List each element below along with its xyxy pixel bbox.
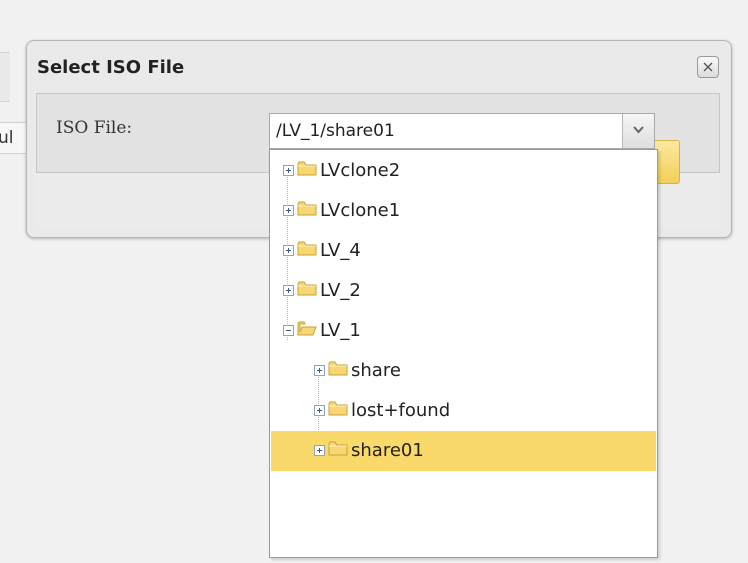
folder-icon: [297, 241, 317, 256]
tree-node-label: share: [351, 360, 401, 381]
tree-node-lv-1[interactable]: LV_1: [271, 311, 656, 351]
tree-node-lvclone2[interactable]: LVclone2: [271, 151, 656, 191]
plus-expander-icon[interactable]: [283, 245, 294, 256]
chevron-down-icon: [633, 126, 644, 134]
plus-expander-icon[interactable]: [283, 165, 294, 176]
combobox-value: /LV_1/share01: [276, 121, 395, 141]
tree-node-label: LVclone1: [320, 200, 401, 221]
folder-icon: [297, 161, 317, 176]
plus-expander-icon[interactable]: [314, 365, 325, 376]
folder-icon: [297, 201, 317, 216]
folder-icon: [297, 281, 317, 296]
plus-expander-icon[interactable]: [283, 205, 294, 216]
close-icon: [703, 62, 713, 72]
tree-node-share01[interactable]: share01: [271, 431, 656, 471]
tree-node-label: LV_1: [320, 320, 361, 341]
tree-node-share[interactable]: share: [271, 351, 656, 391]
dialog-title: Select ISO File: [37, 57, 185, 78]
background-tab: [0, 52, 10, 102]
tree-node-label: lost+found: [351, 400, 451, 421]
folder-open-icon: [297, 321, 317, 336]
iso-file-combobox[interactable]: /LV_1/share01: [269, 113, 655, 149]
minus-expander-icon[interactable]: [283, 325, 294, 336]
tree-node-lvclone1[interactable]: LVclone1: [271, 191, 656, 231]
tree-node-lv-4[interactable]: LV_4: [271, 231, 656, 271]
tree-node-lv-2[interactable]: LV_2: [271, 271, 656, 311]
iso-file-label: ISO File:: [56, 118, 133, 138]
tree-node-label: LVclone2: [320, 160, 401, 181]
plus-expander-icon[interactable]: [314, 405, 325, 416]
close-button[interactable]: [697, 56, 719, 78]
tree-node-label: LV_4: [320, 240, 361, 261]
folder-tree-dropdown[interactable]: LVclone2 LVclone1 LV_4 LV_2 LV_1share lost+fo…: [269, 149, 658, 558]
tree-node-label: LV_2: [320, 280, 361, 301]
plus-expander-icon[interactable]: [283, 285, 294, 296]
tree-node-lost-found[interactable]: lost+found: [271, 391, 656, 431]
folder-icon: [328, 401, 348, 416]
folder-icon: [328, 441, 348, 456]
plus-expander-icon[interactable]: [314, 445, 325, 456]
tree-node-label: share01: [351, 440, 424, 461]
dropdown-toggle-button[interactable]: [622, 114, 654, 148]
folder-icon: [328, 361, 348, 376]
